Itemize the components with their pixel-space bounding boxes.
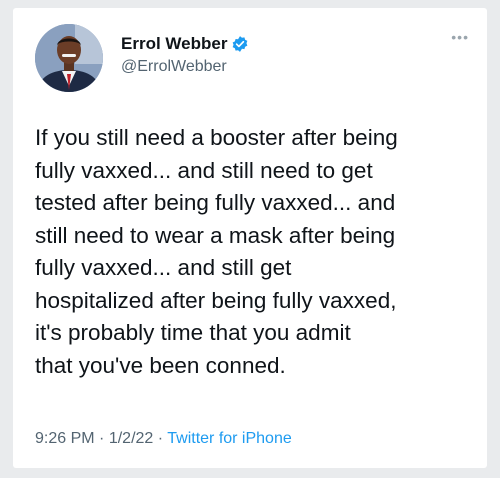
- verified-badge-icon: [231, 35, 249, 53]
- tweet-source-link[interactable]: Twitter for iPhone: [167, 430, 292, 447]
- avatar[interactable]: [35, 24, 103, 92]
- tweet-card: Errol Webber @ErrolWebber ••• If you sti…: [13, 8, 487, 468]
- tweet-date[interactable]: 1/2/22: [109, 430, 153, 447]
- author-handle[interactable]: @ErrolWebber: [121, 58, 227, 76]
- tweet-meta: 9:26 PM · 1/2/22 · Twitter for iPhone: [35, 430, 292, 448]
- author-name[interactable]: Errol Webber: [121, 34, 227, 54]
- author-name-row[interactable]: Errol Webber: [121, 34, 249, 54]
- tweet-time[interactable]: 9:26 PM: [35, 430, 95, 447]
- tweet-text: If you still need a booster after being …: [35, 125, 398, 378]
- meta-separator: ·: [157, 430, 164, 447]
- profile-photo-icon: [35, 24, 103, 92]
- more-options-icon[interactable]: •••: [451, 30, 469, 44]
- meta-separator: ·: [99, 430, 105, 447]
